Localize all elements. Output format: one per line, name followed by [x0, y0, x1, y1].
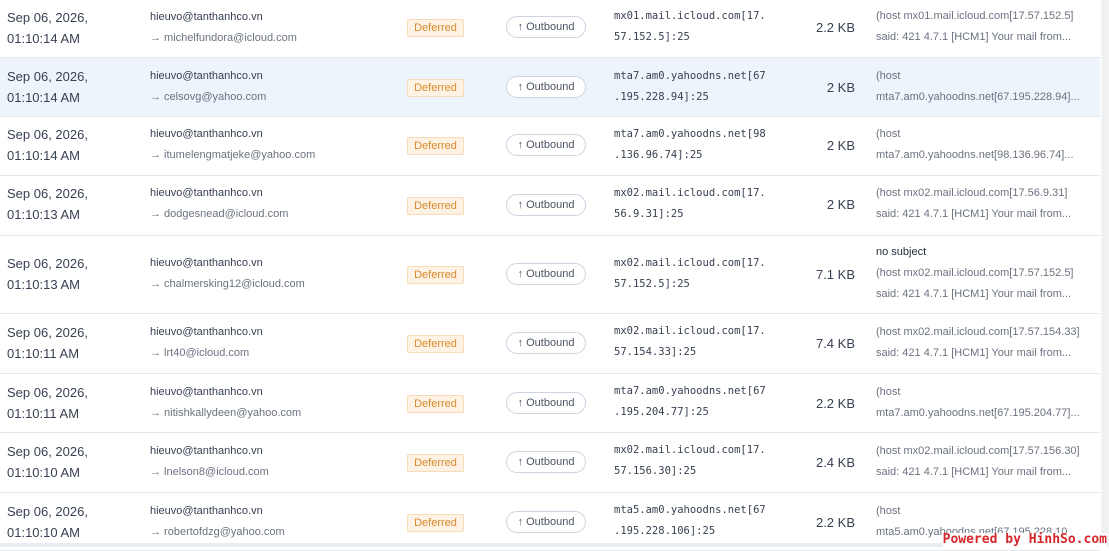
- mx-host-cell: mx02.mail.icloud.com[17. 57.156.30]:25: [614, 444, 766, 477]
- mx-host-cell: mta7.am0.yahoodns.net[98.136.96.74]:25: [614, 128, 766, 161]
- sender-recipient-cell: hieuvo@tanthanhco.vn → lrt40@icloud.com: [150, 326, 263, 359]
- response-cell: (host mx02.mail.icloud.com[17.56.9.31] sa…: [876, 187, 1072, 220]
- table-row[interactable]: Sep 06, 2026, 01:10:13 AM hieuvo@tanthanh…: [0, 236, 1100, 314]
- table-row[interactable]: Sep 06, 2026, 01:10:13 AM hieuvo@tanthanh…: [0, 176, 1100, 236]
- date-cell: Sep 06, 2026, 01:10:11 AM: [7, 325, 88, 361]
- sender-recipient-cell: hieuvo@tanthanhco.vn → robertofdzg@yahoo.…: [150, 505, 285, 538]
- direction-badge: ↑ Outbound: [506, 263, 586, 285]
- subject-text: no subject: [876, 246, 927, 258]
- mx-host-cell: mx02.mail.icloud.com[17. 56.9.31]:25: [614, 187, 766, 220]
- scrollbar-thumb[interactable]: [1102, 0, 1108, 547]
- sender-recipient-cell: hieuvo@tanthanhco.vn → lnelson8@icloud.co…: [150, 445, 269, 478]
- response-cell: (host mta7.am0.yahoodns.net[67.195.204.77…: [876, 386, 1080, 419]
- mx-host-cell: mx02.mail.icloud.com[17. 57.152.5]:25: [614, 257, 766, 290]
- response-cell: no subject (host mx02.mail.icloud.com[17.…: [876, 242, 1084, 305]
- date-cell: Sep 06, 2026, 01:10:13 AM: [7, 186, 88, 222]
- status-badge: Deferred: [407, 197, 464, 215]
- direction-badge: ↑ Outbound: [506, 332, 586, 354]
- sender-recipient-cell: hieuvo@tanthanhco.vn → nitishkallydeen@ya…: [150, 386, 302, 419]
- size-cell: 2 KB: [826, 197, 855, 212]
- mail-log-table: Sep 06, 2026, 01:10:14 AM hieuvo@tanthanh…: [0, 0, 1100, 551]
- sender-recipient-cell: hieuvo@tanthanhco.vn → chalmersking12@icl…: [150, 257, 305, 290]
- status-badge: Deferred: [407, 395, 464, 413]
- response-cell: (host mta7.am0.yahoodns.net[98.136.96.74]…: [876, 128, 1074, 161]
- response-cell: (host mta7.am0.yahoodns.net[67.195.228.94…: [876, 70, 1080, 103]
- status-badge: Deferred: [407, 79, 464, 97]
- sender-recipient-cell: hieuvo@tanthanhco.vn → celsovg@yahoo.com: [150, 70, 267, 103]
- horizontal-scrollbar[interactable]: [0, 543, 1100, 547]
- table-row[interactable]: Sep 06, 2026, 01:10:14 AM hieuvo@tanthanh…: [0, 0, 1100, 58]
- mx-host-cell: mta5.am0.yahoodns.net[67.195.228.106]:25: [614, 504, 766, 537]
- status-badge: Deferred: [407, 335, 464, 353]
- direction-badge: ↑ Outbound: [506, 511, 586, 533]
- size-cell: 7.4 KB: [815, 336, 855, 351]
- vertical-scrollbar[interactable]: [1101, 0, 1109, 547]
- date-cell: Sep 06, 2026, 01:10:13 AM: [7, 256, 88, 292]
- sender-recipient-cell: hieuvo@tanthanhco.vn → itumelengmatjeke@y…: [150, 128, 316, 161]
- status-badge: Deferred: [407, 266, 464, 284]
- direction-badge: ↑ Outbound: [506, 76, 586, 98]
- size-cell: 2 KB: [826, 80, 855, 95]
- mx-host-cell: mx02.mail.icloud.com[17. 57.154.33]:25: [614, 325, 766, 358]
- watermark: Powered by HinhSo.com: [942, 532, 1107, 547]
- size-cell: 2.2 KB: [815, 20, 855, 35]
- size-cell: 2.4 KB: [815, 455, 855, 470]
- response-cell: (host mx01.mail.icloud.com[17.57.152.5] s…: [876, 10, 1074, 43]
- mx-host-cell: mta7.am0.yahoodns.net[67.195.228.94]:25: [614, 70, 766, 103]
- date-cell: Sep 06, 2026, 01:10:14 AM: [7, 127, 88, 163]
- direction-badge: ↑ Outbound: [506, 392, 586, 414]
- response-cell: (host mx02.mail.icloud.com[17.57.156.30]…: [876, 445, 1080, 478]
- table-row[interactable]: Sep 06, 2026, 01:10:11 AM hieuvo@tanthanh…: [0, 374, 1100, 433]
- mx-host-cell: mta7.am0.yahoodns.net[67.195.204.77]:25: [614, 385, 766, 418]
- date-cell: Sep 06, 2026, 01:10:14 AM: [7, 10, 88, 46]
- table-row[interactable]: Sep 06, 2026, 01:10:11 AM hieuvo@tanthanh…: [0, 314, 1100, 374]
- direction-badge: ↑ Outbound: [506, 194, 586, 216]
- sender-recipient-cell: hieuvo@tanthanhco.vn → dodgesnead@icloud.…: [150, 187, 289, 220]
- table-row[interactable]: Sep 06, 2026, 01:10:10 AM hieuvo@tanthanh…: [0, 433, 1100, 493]
- status-badge: Deferred: [407, 137, 464, 155]
- size-cell: 2.2 KB: [815, 396, 855, 411]
- date-cell: Sep 06, 2026, 01:10:11 AM: [7, 385, 88, 421]
- sender-recipient-cell: hieuvo@tanthanhco.vn → michelfundora@iclo…: [150, 11, 297, 44]
- mx-host-cell: mx01.mail.icloud.com[17. 57.152.5]:25: [614, 10, 766, 43]
- status-badge: Deferred: [407, 454, 464, 472]
- direction-badge: ↑ Outbound: [506, 451, 586, 473]
- table-row[interactable]: Sep 06, 2026, 01:10:14 AM hieuvo@tanthanh…: [0, 117, 1100, 176]
- size-cell: 7.1 KB: [815, 267, 855, 282]
- response-cell: (host mx02.mail.icloud.com[17.57.154.33]…: [876, 326, 1080, 359]
- size-cell: 2.2 KB: [815, 515, 855, 530]
- direction-badge: ↑ Outbound: [506, 134, 586, 156]
- status-badge: Deferred: [407, 514, 464, 532]
- date-cell: Sep 06, 2026, 01:10:10 AM: [7, 504, 88, 540]
- status-badge: Deferred: [407, 19, 464, 37]
- size-cell: 2 KB: [826, 138, 855, 153]
- table-row[interactable]: Sep 06, 2026, 01:10:14 AM hieuvo@tanthanh…: [0, 58, 1100, 117]
- date-cell: Sep 06, 2026, 01:10:14 AM: [7, 69, 88, 105]
- date-cell: Sep 06, 2026, 01:10:10 AM: [7, 444, 88, 480]
- direction-badge: ↑ Outbound: [506, 16, 586, 38]
